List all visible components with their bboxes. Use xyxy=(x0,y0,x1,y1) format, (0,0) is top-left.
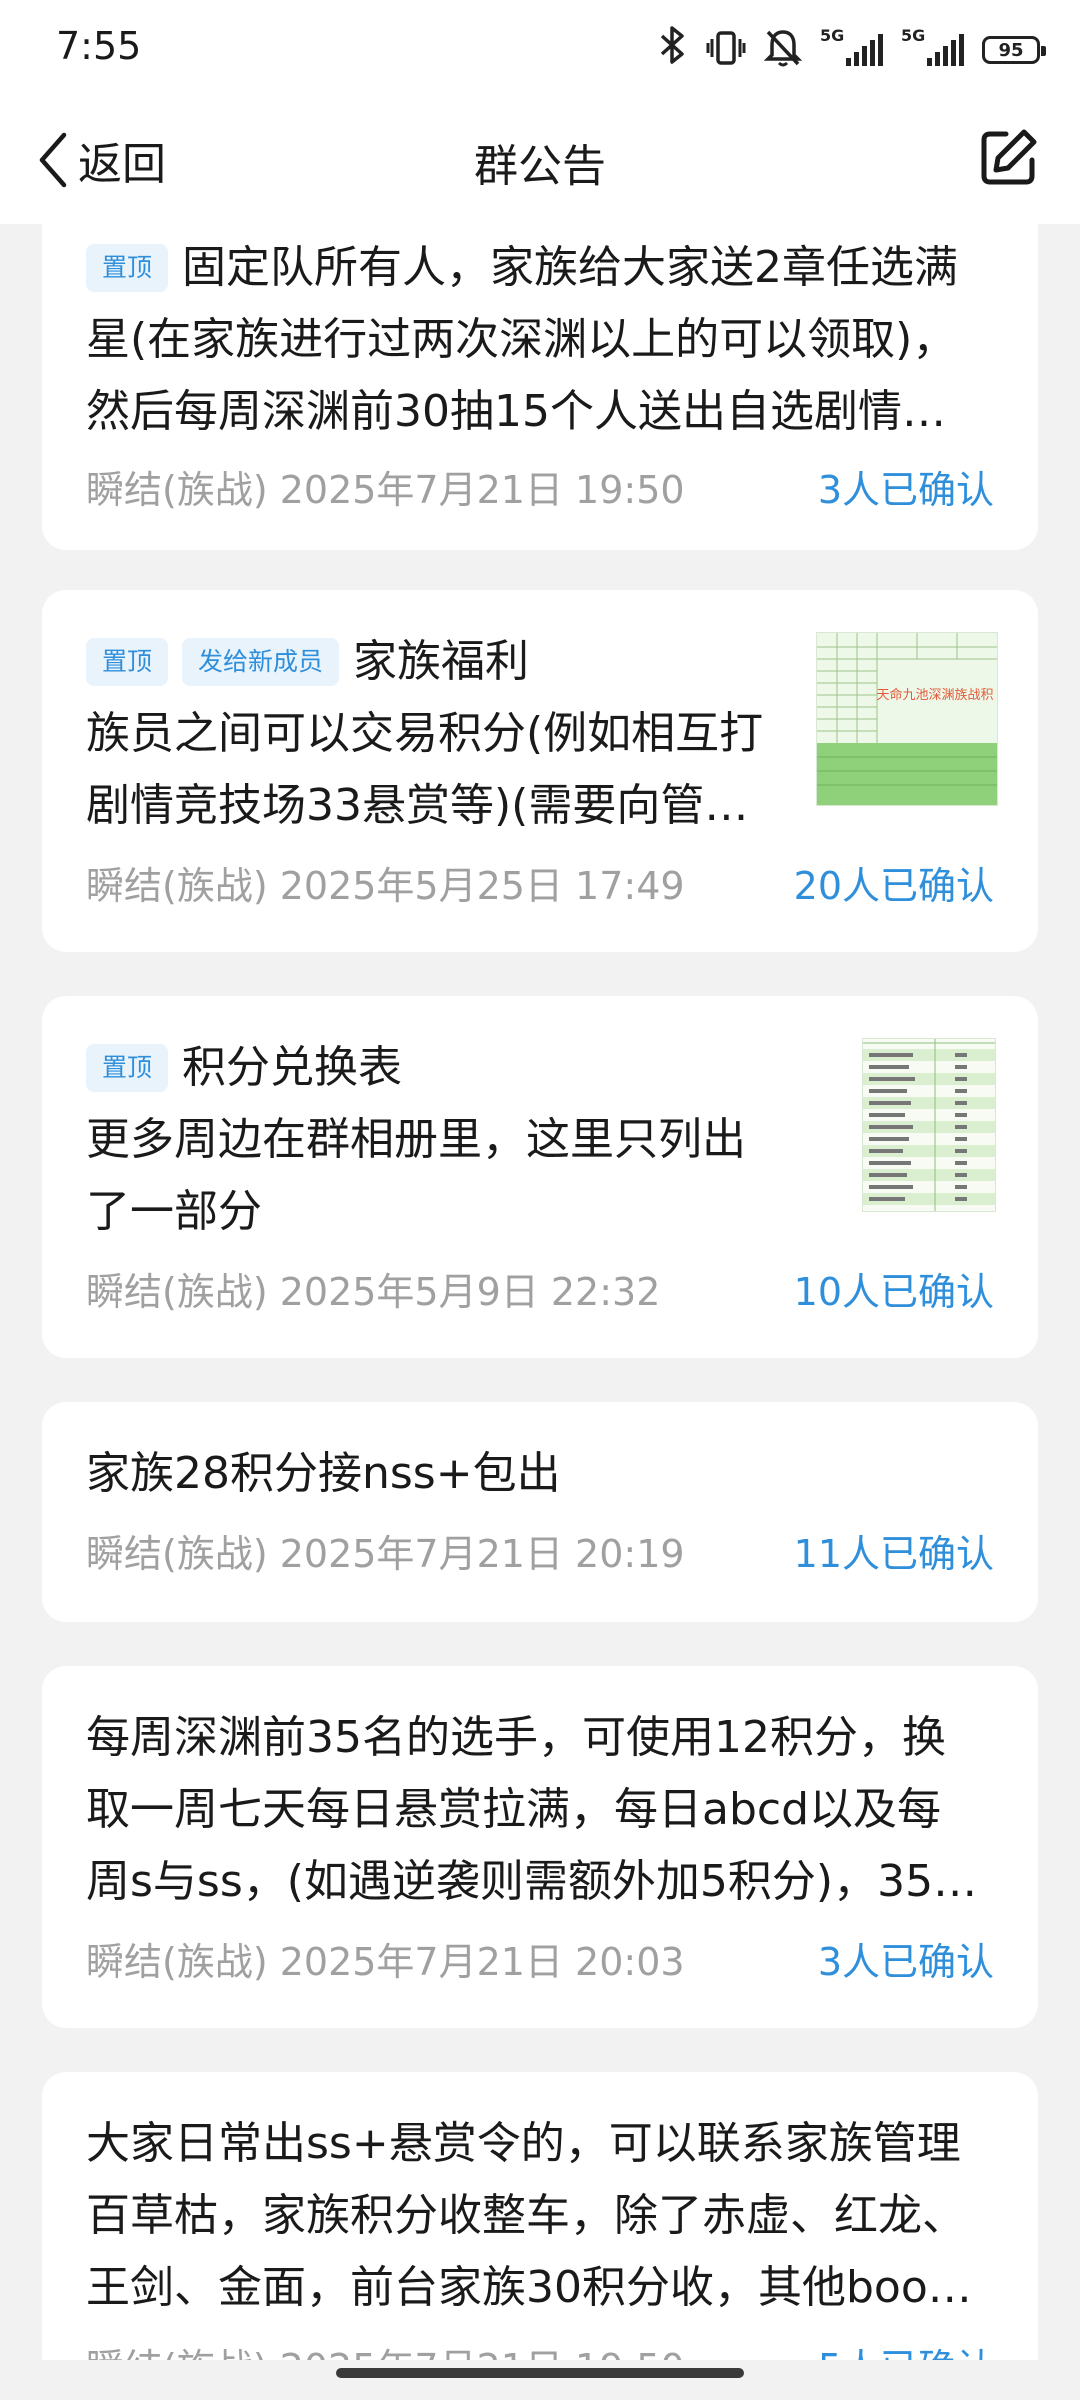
confirm-count[interactable]: 5人已确认 xyxy=(818,2337,994,2361)
announcement-card[interactable]: 置顶 发给新成员 家族福利 族员之间可以交易积分(例如相互打 剧情竞技场33悬赏等)… xyxy=(42,590,1038,952)
announcement-source: 瞬结(族战) 2025年7月21日 19:50 xyxy=(86,2337,685,2361)
announcement-card[interactable]: 家族28积分接nss+包出 瞬结(族战) 2025年7月21日 20:19 11… xyxy=(42,1402,1038,1622)
announcement-line: 星(在家族进行过两次深渊以上的可以领取)， xyxy=(86,314,957,365)
announcement-line: 剧情竞技场33悬赏等)(需要向管理… xyxy=(86,780,786,831)
announcement-line: 王剑、金面，前台家族30积分收，其他boo… xyxy=(86,2262,972,2313)
announcement-line: 置顶 积分兑换表 xyxy=(86,1032,786,1104)
announcement-card[interactable]: 置顶 固定队所有人，家族给大家送2章任选满 星(在家族进行过两次深渊以上的可以领取… xyxy=(42,224,1038,550)
new-member-tag: 发给新成员 xyxy=(182,638,340,686)
battery-level: 95 xyxy=(998,39,1024,61)
announcement-line: 每周深渊前35名的选手，可使用12积分，换 xyxy=(86,1712,946,1763)
announcement-source: 瞬结(族战) 2025年7月21日 20:03 xyxy=(86,1939,685,1984)
announcement-source: 瞬结(族战) 2025年5月25日 17:49 xyxy=(86,863,685,908)
announcement-line: 家族28积分接nss+包出 xyxy=(86,1448,561,1499)
pinned-tag: 置顶 xyxy=(86,244,169,292)
announcement-line: 周s与ss，(如遇逆袭则需额外加5积分)，35… xyxy=(86,1856,978,1907)
announcement-card[interactable]: 置顶 积分兑换表 更多周边在群相册里，这里只列出 了一部分 瞬结(族战) 2025… xyxy=(42,996,1038,1358)
announcement-card[interactable]: 大家日常出ss+悬赏令的，可以联系家族管理 百草枯，家族积分收整车，除了赤虚、红… xyxy=(42,2072,1038,2360)
announcement-line: 然后每周深渊前30抽15个人送出自选剧情… xyxy=(86,386,946,437)
thumbnail-title: 天命九池深渊族战积 xyxy=(876,687,993,703)
announcement-line: 置顶 发给新成员 家族福利 xyxy=(86,626,786,698)
pinned-tag: 置顶 xyxy=(86,1044,169,1092)
confirm-count[interactable]: 3人已确认 xyxy=(818,1931,994,1986)
status-icons: 5G 5G 95 xyxy=(658,25,1046,75)
announcement-meta: 瞬结(族战) 2025年7月21日 19:50 5人已确认 xyxy=(86,2334,994,2361)
announcement-source: 瞬结(族战) 2025年5月9日 22:32 xyxy=(86,1269,661,1314)
announcement-meta: 瞬结(族战) 2025年5月25日 17:49 20人已确认 xyxy=(86,852,994,912)
nav-bar: 返回 群公告 xyxy=(0,100,1080,224)
announcement-meta: 瞬结(族战) 2025年5月9日 22:32 10人已确认 xyxy=(86,1258,994,1318)
confirm-count[interactable]: 20人已确认 xyxy=(794,855,994,910)
bluetooth-icon xyxy=(658,25,688,75)
announcement-thumbnail[interactable]: 天命九池深渊族战积 xyxy=(816,632,998,806)
signal-icon-1: 5G xyxy=(820,26,883,66)
pinned-tag: 置顶 xyxy=(86,638,169,686)
confirm-count[interactable]: 3人已确认 xyxy=(818,459,994,514)
status-time: 7:55 xyxy=(56,24,142,68)
vibrate-icon xyxy=(706,29,746,71)
announcement-line: 了一部分 xyxy=(86,1186,262,1237)
edit-announcement-button[interactable] xyxy=(976,126,1040,190)
confirm-count[interactable]: 10人已确认 xyxy=(794,1261,994,1316)
announcement-line: 族员之间可以交易积分(例如相互打 xyxy=(86,708,764,759)
announcement-line: 百草枯，家族积分收整车，除了赤虚、红龙、 xyxy=(86,2190,966,2241)
announcement-meta: 瞬结(族战) 2025年7月21日 19:50 3人已确认 xyxy=(86,456,994,516)
announcement-line: 更多周边在群相册里，这里只列出 xyxy=(86,1114,746,1165)
announcement-thumbnail[interactable] xyxy=(862,1038,996,1212)
announcement-line: 置顶 固定队所有人，家族给大家送2章任选满 xyxy=(86,232,994,304)
announcement-line: 取一周七天每日悬赏拉满，每日abcd以及每 xyxy=(86,1784,942,1835)
announcement-line: 大家日常出ss+悬赏令的，可以联系家族管理 xyxy=(86,2118,961,2169)
announcement-meta: 瞬结(族战) 2025年7月21日 20:19 11人已确认 xyxy=(86,1520,994,1580)
announcement-meta: 瞬结(族战) 2025年7月21日 20:03 3人已确认 xyxy=(86,1928,994,1988)
announcement-source: 瞬结(族战) 2025年7月21日 19:50 xyxy=(86,467,685,512)
home-indicator[interactable] xyxy=(336,2368,744,2378)
announcement-source: 瞬结(族战) 2025年7月21日 20:19 xyxy=(86,1531,685,1576)
battery-icon: 95 xyxy=(982,36,1046,64)
signal-icon-2: 5G xyxy=(901,26,964,66)
mute-bell-icon xyxy=(763,28,803,72)
edit-icon xyxy=(981,129,1037,185)
status-bar: 7:55 5G 5G 95 xyxy=(0,0,1080,100)
announcement-list[interactable]: 置顶 固定队所有人，家族给大家送2章任选满 星(在家族进行过两次深渊以上的可以领取… xyxy=(0,224,1080,2360)
page-title: 群公告 xyxy=(474,141,606,192)
confirm-count[interactable]: 11人已确认 xyxy=(794,1523,994,1578)
announcement-card[interactable]: 每周深渊前35名的选手，可使用12积分，换 取一周七天每日悬赏拉满，每日abcd… xyxy=(42,1666,1038,2028)
